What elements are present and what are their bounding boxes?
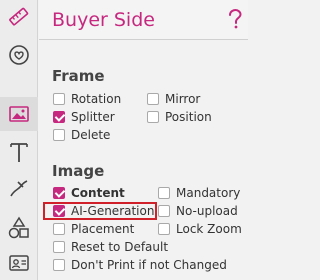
- path-icon: [10, 180, 28, 197]
- checkbox-box[interactable]: [53, 129, 65, 141]
- path-tool[interactable]: [0, 172, 38, 206]
- image-heading: Image: [52, 162, 105, 180]
- checkbox-label: Rotation: [71, 92, 122, 106]
- checkbox-label: Mirror: [165, 92, 201, 106]
- properties-panel: Buyer Side Frame Rotation Mirror Splitte…: [39, 0, 248, 280]
- left-toolbar: [0, 0, 38, 280]
- checkbox-box[interactable]: [53, 111, 65, 123]
- text-icon: [10, 143, 28, 162]
- checkbox-label: Content: [71, 186, 125, 200]
- shapes-icon: [8, 216, 29, 239]
- dont-print-if-not-changed-checkbox[interactable]: Don't Print if not Changed: [53, 257, 227, 273]
- checkbox-label: Don't Print if not Changed: [71, 258, 227, 272]
- checkbox-box[interactable]: [53, 187, 65, 199]
- checkbox-box[interactable]: [158, 223, 170, 235]
- checkbox-box[interactable]: [53, 259, 65, 271]
- no-upload-checkbox[interactable]: No-upload: [158, 203, 238, 219]
- checkbox-label: Mandatory: [176, 186, 241, 200]
- panel-title: Buyer Side: [52, 9, 155, 31]
- checkbox-label: Lock Zoom: [176, 222, 242, 236]
- rotation-checkbox[interactable]: Rotation: [53, 91, 121, 107]
- checkbox-box[interactable]: [158, 187, 170, 199]
- ruler-icon: [9, 7, 29, 26]
- checkbox-label: Delete: [71, 128, 111, 142]
- panel-header: Buyer Side: [39, 0, 248, 40]
- ruler-tool[interactable]: [0, 0, 38, 34]
- image-tool[interactable]: [0, 97, 38, 131]
- placement-checkbox[interactable]: Placement: [53, 221, 134, 237]
- mirror-checkbox[interactable]: Mirror: [147, 91, 200, 107]
- sticker-icon: [9, 45, 29, 65]
- checkbox-box[interactable]: [147, 93, 159, 105]
- delete-checkbox[interactable]: Delete: [53, 127, 110, 143]
- checkbox-label: Position: [165, 110, 212, 124]
- checkbox-box[interactable]: [53, 223, 65, 235]
- help-icon[interactable]: [225, 8, 245, 30]
- checkbox-label: Placement: [71, 222, 135, 236]
- checkbox-label: Splitter: [71, 110, 115, 124]
- content-checkbox[interactable]: Content: [53, 185, 125, 201]
- text-tool[interactable]: [0, 136, 38, 170]
- highlight-box: [43, 202, 157, 220]
- id-card-tool[interactable]: [0, 246, 38, 280]
- id-card-icon: [9, 255, 29, 271]
- sticker-tool[interactable]: [0, 38, 38, 72]
- checkbox-label: Reset to Default: [71, 240, 169, 254]
- checkbox-box[interactable]: [147, 111, 159, 123]
- checkbox-box[interactable]: [53, 241, 65, 253]
- checkbox-label: No-upload: [176, 204, 238, 218]
- lock-zoom-checkbox[interactable]: Lock Zoom: [158, 221, 242, 237]
- mandatory-checkbox[interactable]: Mandatory: [158, 185, 240, 201]
- checkbox-box[interactable]: [53, 93, 65, 105]
- frame-heading: Frame: [52, 67, 105, 85]
- position-checkbox[interactable]: Position: [147, 109, 212, 125]
- image-icon: [9, 106, 29, 122]
- checkbox-box[interactable]: [158, 205, 170, 217]
- splitter-checkbox[interactable]: Splitter: [53, 109, 115, 125]
- reset-to-default-checkbox[interactable]: Reset to Default: [53, 239, 168, 255]
- shapes-tool[interactable]: [0, 211, 38, 245]
